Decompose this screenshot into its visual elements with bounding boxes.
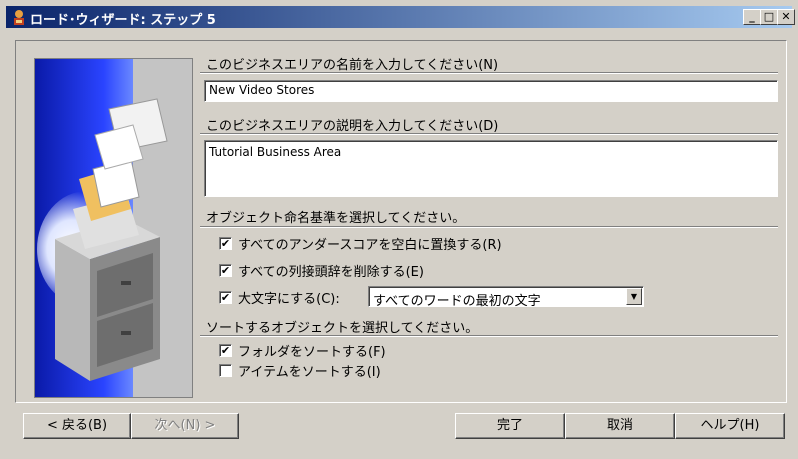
capitalize-select[interactable]: すべてのワードの最初の文字 ▼ — [368, 286, 644, 309]
remove-prefixes-checkbox[interactable]: ✔ — [219, 264, 232, 277]
capitalize-checkbox[interactable]: ✔ — [219, 291, 232, 304]
business-area-description-input[interactable]: Tutorial Business Area — [204, 140, 778, 197]
chevron-down-icon[interactable]: ▼ — [626, 288, 642, 305]
maximize-button[interactable]: □ — [760, 9, 778, 25]
business-area-name-input[interactable]: New Video Stores — [204, 80, 778, 102]
minimize-button[interactable]: _ — [743, 9, 761, 25]
description-label: このビジネスエリアの説明を入力してください(D) — [206, 119, 499, 134]
wizard-window: ロード･ウィザード: ステップ 5 _ □ ✕ このビジネスエリアの名前を入力し… — [0, 0, 798, 459]
divider — [200, 226, 778, 228]
filing-cabinet-illustration — [35, 59, 192, 397]
window-title: ロード･ウィザード: ステップ 5 — [30, 13, 216, 28]
sort-section-label: ソートするオブジェクトを選択してください。 — [206, 321, 479, 336]
naming-section-label: オブジェクト命名基準を選択してください。 — [206, 211, 466, 226]
replace-underscores-checkbox[interactable]: ✔ — [219, 237, 232, 250]
sort-folders-checkbox[interactable]: ✔ — [219, 344, 232, 357]
name-label: このビジネスエリアの名前を入力してください(N) — [206, 58, 499, 73]
close-button[interactable]: ✕ — [777, 9, 795, 25]
sort-folders-label[interactable]: フォルダをソートする(F) — [238, 341, 386, 360]
wizard-app-icon — [14, 10, 24, 25]
title-bar[interactable]: ロード･ウィザード: ステップ 5 _ □ ✕ — [6, 6, 795, 28]
capitalize-select-value: すべてのワードの最初の文字 — [373, 294, 541, 309]
sort-items-checkbox[interactable] — [219, 364, 232, 377]
divider — [200, 335, 778, 337]
replace-underscores-label[interactable]: すべてのアンダースコアを空白に置換する(R) — [238, 234, 502, 253]
capitalize-label[interactable]: 大文字にする(C): — [238, 288, 340, 307]
finish-button[interactable]: 完了 — [455, 413, 565, 439]
cancel-button[interactable]: 取消 — [565, 413, 675, 439]
back-button[interactable]: < 戻る(B) — [23, 413, 131, 439]
remove-prefixes-label[interactable]: すべての列接頭辞を削除する(E) — [238, 261, 424, 280]
help-button[interactable]: ヘルプ(H) — [675, 413, 785, 439]
next-button[interactable]: 次へ(N) > — [131, 413, 239, 439]
sort-items-label[interactable]: アイテムをソートする(I) — [238, 361, 381, 380]
divider — [200, 72, 778, 74]
wizard-illustration — [34, 58, 193, 398]
divider — [200, 133, 778, 135]
